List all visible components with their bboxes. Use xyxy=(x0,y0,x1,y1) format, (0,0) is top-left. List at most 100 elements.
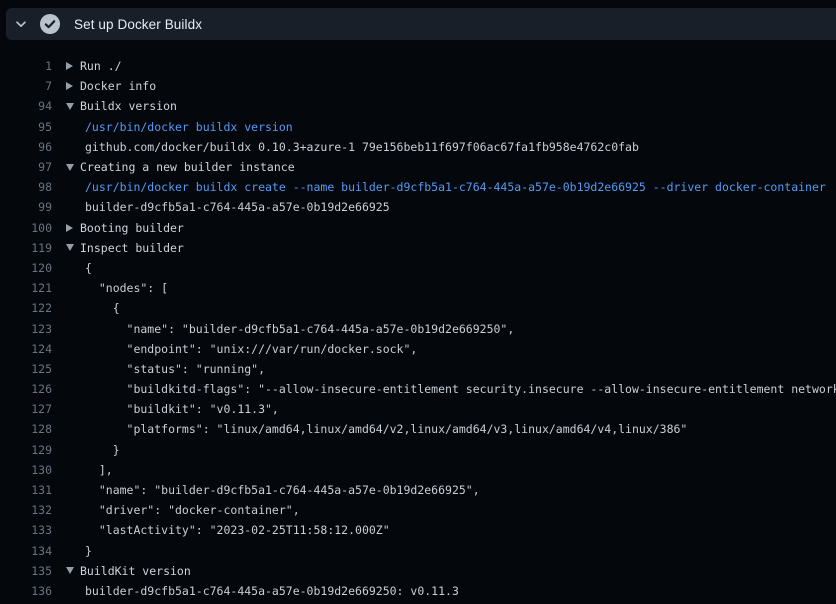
log-text: "name": "builder-d9cfb5a1-c764-445a-a57e… xyxy=(85,322,514,336)
log-line: 121 "nodes": [ xyxy=(0,278,836,298)
log-line: 132 "driver": "docker-container", xyxy=(0,500,836,520)
group-collapsed-arrow-icon[interactable] xyxy=(66,62,80,70)
line-number[interactable]: 119 xyxy=(0,241,52,255)
line-number[interactable]: 7 xyxy=(0,79,52,93)
log-line: 95/usr/bin/docker buildx version xyxy=(0,117,836,137)
triangle-icon xyxy=(66,164,74,171)
log-text: BuildKit version xyxy=(80,564,191,578)
log-group-row[interactable]: 100 Booting builder xyxy=(0,218,836,238)
line-number[interactable]: 123 xyxy=(0,322,52,336)
log-text: } xyxy=(85,443,120,457)
log-text: Inspect builder xyxy=(80,241,184,255)
line-number[interactable]: 128 xyxy=(0,422,52,436)
log-group-row[interactable]: 94 Buildx version xyxy=(0,96,836,116)
step-title: Set up Docker Buildx xyxy=(74,17,202,32)
group-collapsed-arrow-icon[interactable] xyxy=(66,224,80,232)
line-number[interactable]: 132 xyxy=(0,503,52,517)
line-number[interactable]: 96 xyxy=(0,140,52,154)
line-number[interactable]: 136 xyxy=(0,584,52,598)
log-text: "buildkit": "v0.11.3", xyxy=(85,402,279,416)
log-line: 123 "name": "builder-d9cfb5a1-c764-445a-… xyxy=(0,318,836,338)
line-number[interactable]: 130 xyxy=(0,463,52,477)
line-number[interactable]: 127 xyxy=(0,402,52,416)
line-number[interactable]: 129 xyxy=(0,443,52,457)
line-number[interactable]: 95 xyxy=(0,120,52,134)
log-text: /usr/bin/docker buildx version xyxy=(85,120,293,134)
line-number[interactable]: 125 xyxy=(0,362,52,376)
log-text: builder-d9cfb5a1-c764-445a-a57e-0b19d2e6… xyxy=(85,584,459,598)
line-number[interactable]: 98 xyxy=(0,180,52,194)
line-number[interactable]: 99 xyxy=(0,200,52,214)
triangle-icon xyxy=(66,244,74,251)
line-number[interactable]: 1 xyxy=(0,59,52,73)
log-line: 133 "lastActivity": "2023-02-25T11:58:12… xyxy=(0,520,836,540)
log-line: 127 "buildkit": "v0.11.3", xyxy=(0,399,836,419)
line-number[interactable]: 122 xyxy=(0,301,52,315)
log-group-row[interactable]: 7 Docker info xyxy=(0,76,836,96)
group-expanded-arrow-icon[interactable] xyxy=(66,103,80,110)
log-text: Docker info xyxy=(80,79,156,93)
log-line: 96 github.com/docker/buildx 0.10.3+azure-… xyxy=(0,137,836,157)
log-text: "lastActivity": "2023-02-25T11:58:12.000… xyxy=(85,523,390,537)
group-expanded-arrow-icon[interactable] xyxy=(66,164,80,171)
log-line: 130 ], xyxy=(0,460,836,480)
log-text: "platforms": "linux/amd64,linux/amd64/v2… xyxy=(85,422,687,436)
log-text: /usr/bin/docker buildx create --name bui… xyxy=(85,180,826,194)
log-text: "buildkitd-flags": "--allow-insecure-ent… xyxy=(85,382,836,396)
log-text: Run ./ xyxy=(80,59,122,73)
line-number[interactable]: 133 xyxy=(0,523,52,537)
line-number[interactable]: 121 xyxy=(0,281,52,295)
log-line: 126 "buildkitd-flags": "--allow-insecure… xyxy=(0,379,836,399)
triangle-icon xyxy=(66,224,73,232)
log-group-row[interactable]: 119 Inspect builder xyxy=(0,238,836,258)
log-text: "nodes": [ xyxy=(85,281,168,295)
line-number[interactable]: 94 xyxy=(0,99,52,113)
log-text: Booting builder xyxy=(80,221,184,235)
triangle-icon xyxy=(66,567,74,574)
log-text: } xyxy=(85,544,92,558)
log-line: 129 } xyxy=(0,440,836,460)
line-number[interactable]: 134 xyxy=(0,544,52,558)
log-text: builder-d9cfb5a1-c764-445a-a57e-0b19d2e6… xyxy=(85,200,390,214)
line-number[interactable]: 100 xyxy=(0,221,52,235)
log-group-row[interactable]: 1 Run ./ xyxy=(0,56,836,76)
group-collapsed-arrow-icon[interactable] xyxy=(66,82,80,90)
log-text: "driver": "docker-container", xyxy=(85,503,300,517)
step-header[interactable]: Set up Docker Buildx xyxy=(6,8,836,40)
line-number[interactable]: 131 xyxy=(0,483,52,497)
triangle-icon xyxy=(66,103,74,110)
log-text: ], xyxy=(85,463,113,477)
triangle-icon xyxy=(66,82,73,90)
group-expanded-arrow-icon[interactable] xyxy=(66,567,80,574)
log-text: { xyxy=(85,301,120,315)
log-line: 124 "endpoint": "unix:///var/run/docker.… xyxy=(0,339,836,359)
log-line: 122 { xyxy=(0,298,836,318)
triangle-icon xyxy=(66,62,73,70)
log-text: "status": "running", xyxy=(85,362,265,376)
log-group-row[interactable]: 97 Creating a new builder instance xyxy=(0,157,836,177)
line-number[interactable]: 135 xyxy=(0,564,52,578)
log-line: 125 "status": "running", xyxy=(0,359,836,379)
log-line: 98/usr/bin/docker buildx create --name b… xyxy=(0,177,836,197)
chevron-down-icon[interactable] xyxy=(6,8,36,40)
log-text: "endpoint": "unix:///var/run/docker.sock… xyxy=(85,342,417,356)
line-number[interactable]: 120 xyxy=(0,261,52,275)
log-line: 99 builder-d9cfb5a1-c764-445a-a57e-0b19d2… xyxy=(0,197,836,217)
log-line: 134} xyxy=(0,541,836,561)
line-number[interactable]: 124 xyxy=(0,342,52,356)
log-text: Creating a new builder instance xyxy=(80,160,295,174)
chevron-down-icon xyxy=(14,17,28,31)
log-line: 128 "platforms": "linux/amd64,linux/amd6… xyxy=(0,419,836,439)
log-text: "name": "builder-d9cfb5a1-c764-445a-a57e… xyxy=(85,483,480,497)
log-text: github.com/docker/buildx 0.10.3+azure-1 … xyxy=(85,140,639,154)
log-line: 131 "name": "builder-d9cfb5a1-c764-445a-… xyxy=(0,480,836,500)
log-text: { xyxy=(85,261,92,275)
group-expanded-arrow-icon[interactable] xyxy=(66,244,80,251)
log-group-row[interactable]: 135 BuildKit version xyxy=(0,561,836,581)
line-number[interactable]: 97 xyxy=(0,160,52,174)
log-console: 1 Run ./ 7 Docker info 94 Buildx version 95/us… xyxy=(0,56,836,601)
log-text: Buildx version xyxy=(80,99,177,113)
step-success-icon xyxy=(40,14,60,34)
line-number[interactable]: 126 xyxy=(0,382,52,396)
log-line: 120 { xyxy=(0,258,836,278)
